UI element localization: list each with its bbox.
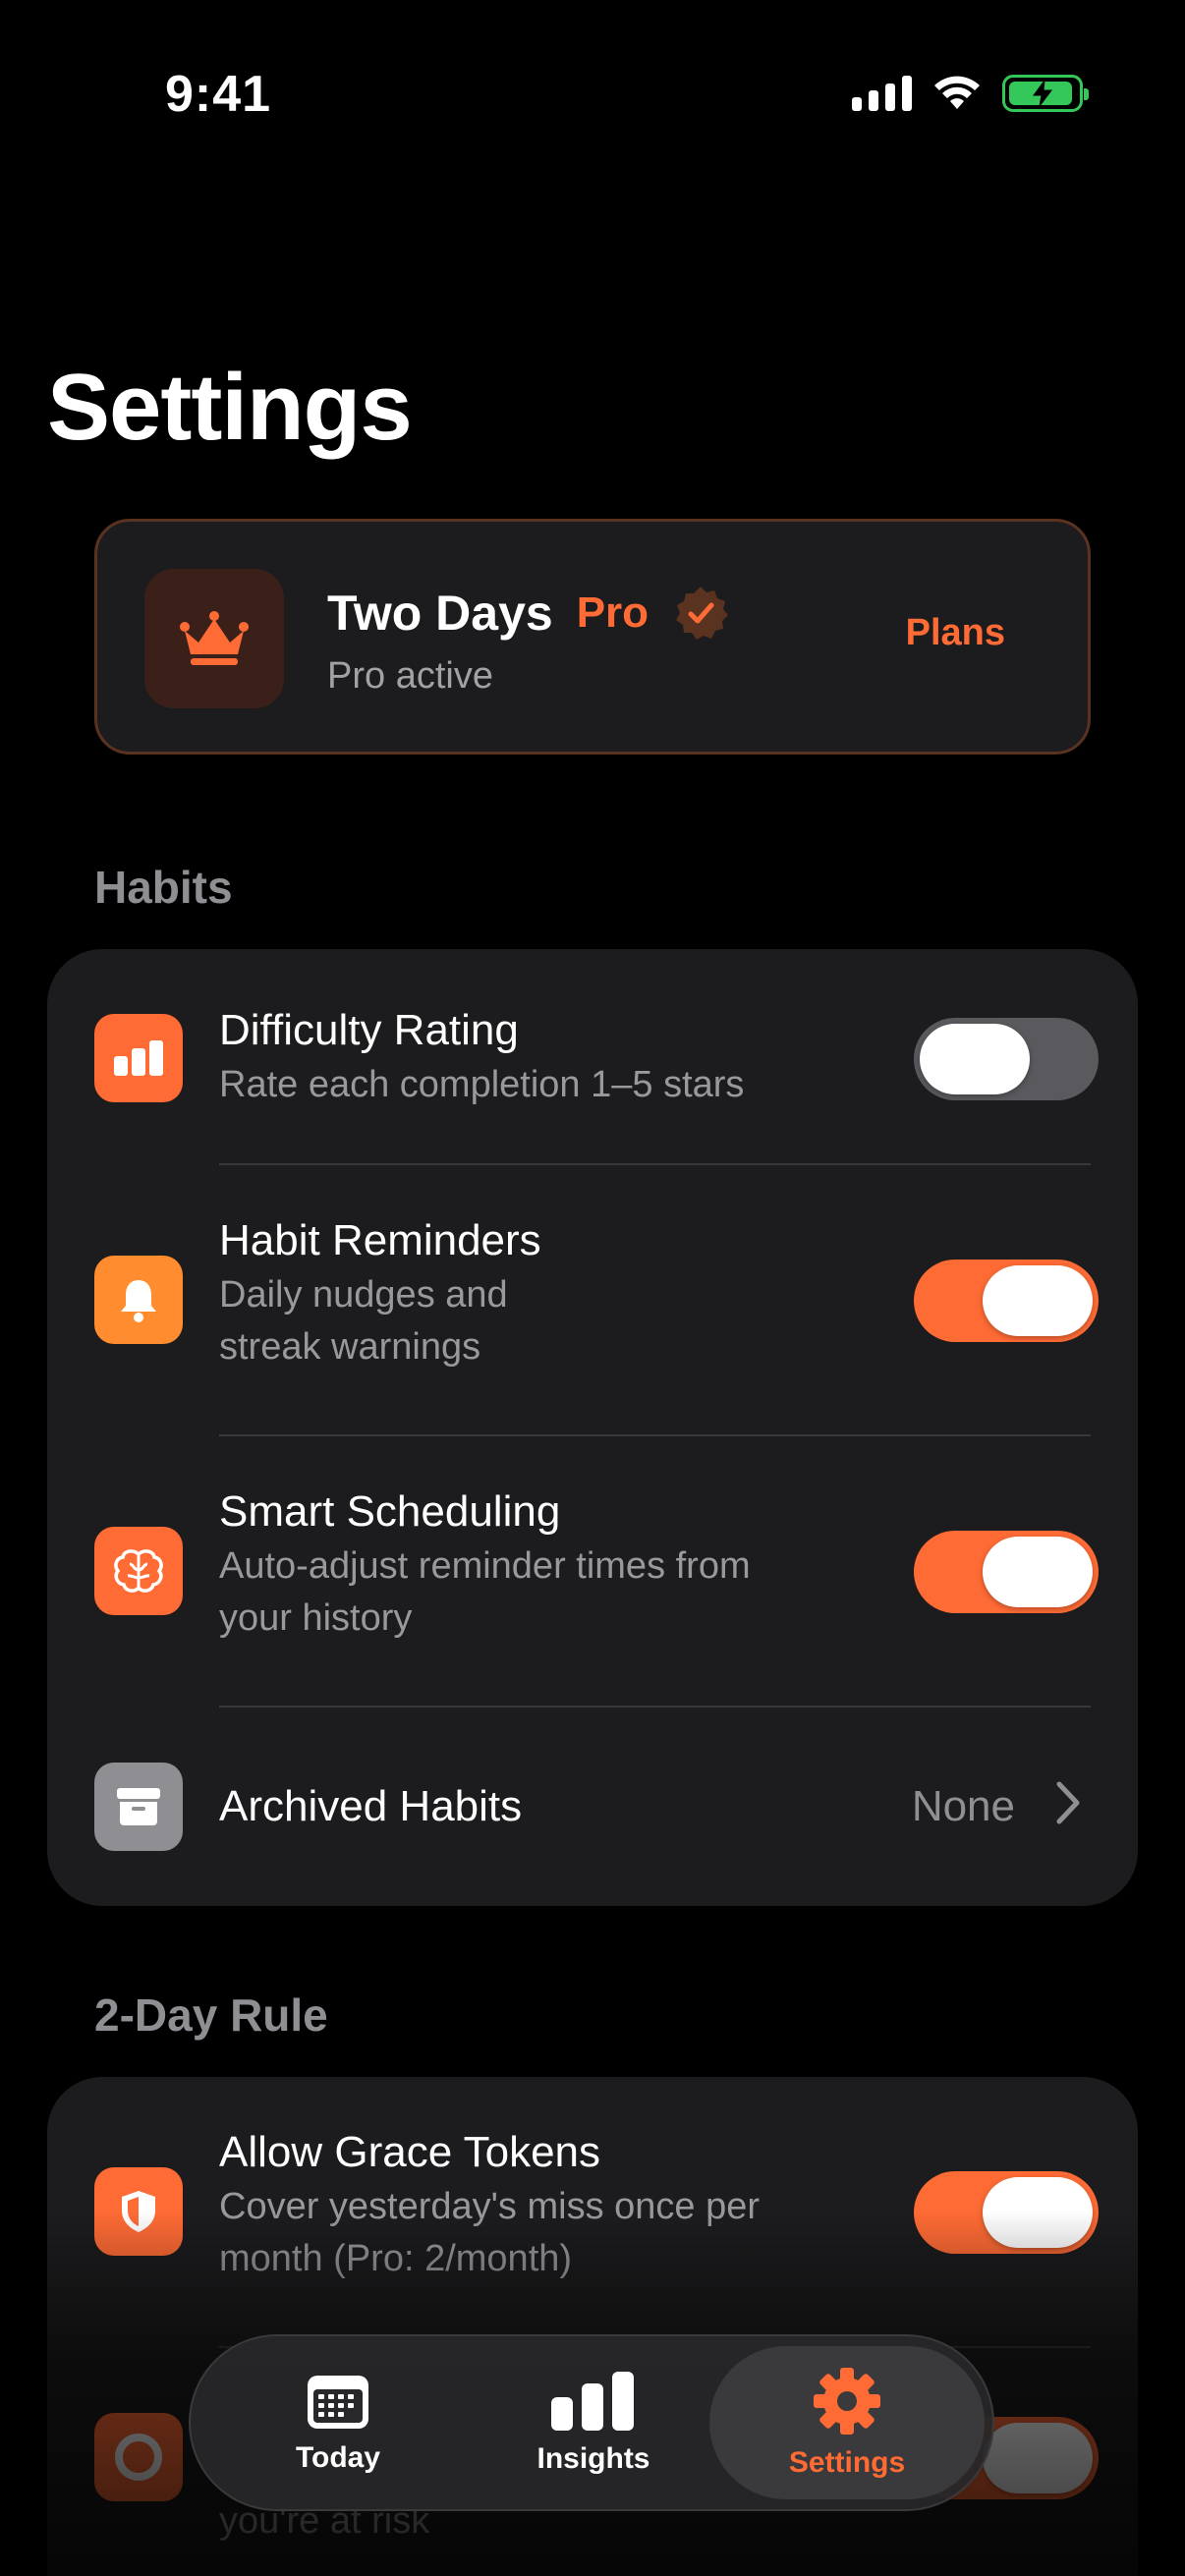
habits-group: Difficulty Rating Rate each completion 1… bbox=[47, 949, 1138, 1906]
difficulty-rating-toggle[interactable] bbox=[914, 1018, 1099, 1100]
row-title: Archived Habits bbox=[219, 1782, 523, 1830]
app-name: Two Days bbox=[327, 586, 553, 641]
lifebuoy-icon bbox=[94, 2413, 183, 2501]
row-difficulty-rating[interactable]: Difficulty Rating Rate each completion 1… bbox=[47, 949, 1138, 1163]
row-archived-habits[interactable]: Archived Habits None bbox=[47, 1708, 1138, 1906]
row-title: Smart Scheduling bbox=[219, 1487, 561, 1536]
row-title: Difficulty Rating bbox=[219, 1006, 519, 1054]
tab-insights[interactable]: Insights bbox=[466, 2336, 721, 2509]
bell-icon bbox=[94, 1256, 183, 1344]
tab-bar: Today Insights Settings bbox=[189, 2334, 994, 2511]
tab-label: Settings bbox=[788, 2446, 906, 2479]
shield-icon bbox=[94, 2167, 183, 2256]
crown-icon bbox=[144, 569, 284, 708]
cellular-signal-icon bbox=[852, 76, 912, 111]
row-smart-scheduling[interactable]: Smart Scheduling Auto-adjust reminder ti… bbox=[47, 1436, 1138, 1706]
bar-chart-icon bbox=[94, 1014, 183, 1102]
tab-today[interactable]: Today bbox=[210, 2336, 466, 2509]
row-subtitle: Rate each completion 1–5 stars bbox=[219, 1064, 745, 1105]
habit-reminders-toggle[interactable] bbox=[914, 1260, 1099, 1342]
archive-box-icon bbox=[94, 1763, 183, 1851]
row-subtitle: Auto-adjust reminder times from your his… bbox=[219, 1545, 751, 1639]
section-header-habits: Habits bbox=[94, 862, 233, 913]
tab-label: Insights bbox=[536, 2442, 650, 2475]
section-header-two-day-rule: 2-Day Rule bbox=[94, 1989, 328, 2041]
pro-status-text: Pro active bbox=[327, 655, 493, 697]
row-subtitle: Daily nudges and streak warnings bbox=[219, 1274, 508, 1368]
page-title: Settings bbox=[47, 355, 413, 460]
chevron-right-icon bbox=[1056, 1781, 1080, 1824]
row-subtitle: Cover yesterday's miss once per month (P… bbox=[219, 2186, 761, 2279]
smart-scheduling-toggle[interactable] bbox=[914, 1531, 1099, 1613]
row-title: Habit Reminders bbox=[219, 1216, 541, 1264]
calendar-icon bbox=[308, 2376, 368, 2429]
status-bar: 9:41 bbox=[0, 0, 1185, 187]
battery-icon bbox=[1002, 75, 1089, 112]
pro-status-card[interactable]: Two Days Pro Pro active Plans bbox=[94, 519, 1091, 755]
grace-tokens-toggle[interactable] bbox=[914, 2171, 1099, 2254]
pro-tier-label: Pro bbox=[576, 588, 649, 637]
wifi-icon bbox=[934, 76, 980, 109]
tab-label: Today bbox=[295, 2441, 381, 2474]
pro-card-title: Two Days Pro bbox=[327, 585, 729, 642]
tab-settings[interactable]: Settings bbox=[719, 2336, 975, 2509]
bar-chart-icon bbox=[551, 2372, 634, 2431]
archived-count-value: None bbox=[911, 1782, 1015, 1830]
row-habit-reminders[interactable]: Habit Reminders Daily nudges and streak … bbox=[47, 1165, 1138, 1434]
verified-badge-icon bbox=[676, 587, 729, 640]
status-time: 9:41 bbox=[165, 66, 272, 123]
row-allow-grace-tokens[interactable]: Allow Grace Tokens Cover yesterday's mis… bbox=[47, 2077, 1138, 2346]
status-icons bbox=[852, 75, 1089, 112]
row-title: Allow Grace Tokens bbox=[219, 2128, 601, 2176]
gear-icon bbox=[814, 2368, 880, 2435]
brain-icon bbox=[94, 1527, 183, 1615]
plans-button[interactable]: Plans bbox=[906, 612, 1005, 654]
